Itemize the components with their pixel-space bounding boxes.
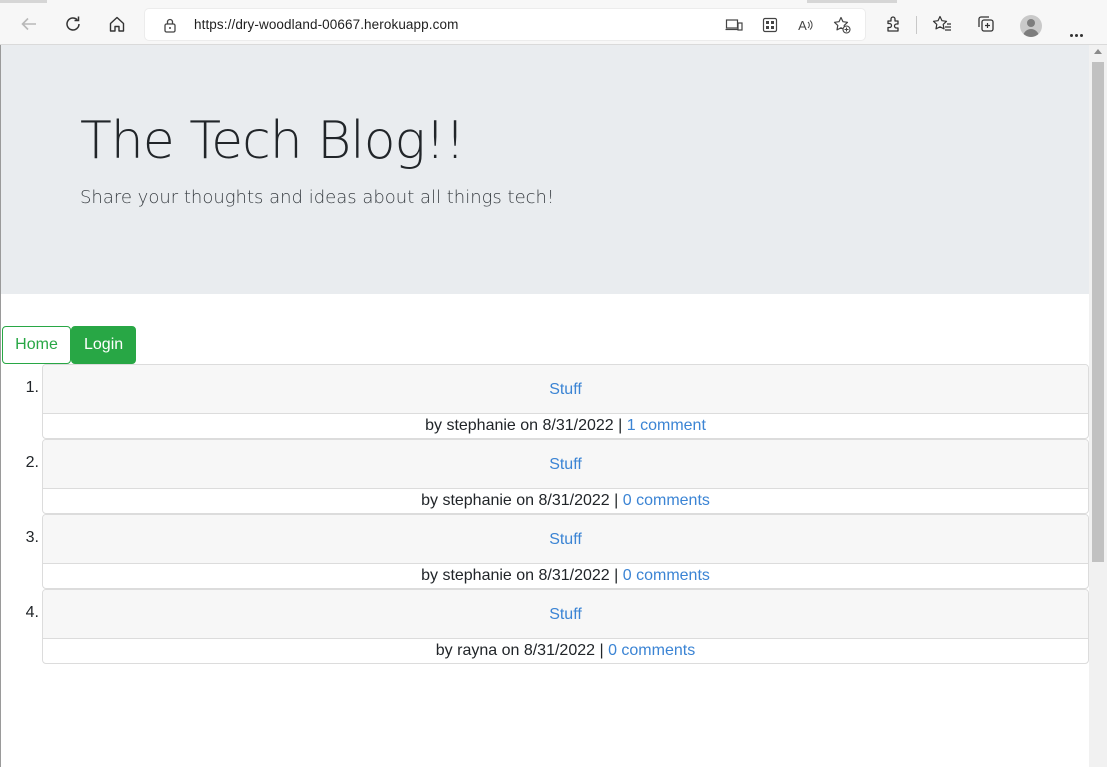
more-icon[interactable] xyxy=(1070,24,1085,42)
post-title-link[interactable]: Stuff xyxy=(549,381,582,398)
post-number: 4. xyxy=(25,604,39,621)
back-icon[interactable] xyxy=(13,8,45,40)
page-viewport: The Tech Blog!! Share your thoughts and … xyxy=(0,45,1089,767)
home-icon[interactable] xyxy=(101,8,133,40)
collections-icon[interactable] xyxy=(970,8,1002,40)
profile-avatar[interactable] xyxy=(1020,15,1042,37)
post-comments-link[interactable]: 1 comment xyxy=(627,417,706,434)
page-title: The Tech Blog!! xyxy=(80,111,465,171)
refresh-icon[interactable] xyxy=(57,8,89,40)
list-item: 3. Stuff by stephanie on 8/31/2022 | 0 c… xyxy=(26,514,1089,589)
read-aloud-icon[interactable]: A xyxy=(797,16,815,34)
post-title-link[interactable]: Stuff xyxy=(549,456,582,473)
favorites-icon[interactable] xyxy=(926,8,958,40)
page-subtitle: Share your thoughts and ideas about all … xyxy=(80,187,555,208)
qr-icon[interactable] xyxy=(761,16,779,34)
post-header: Stuff xyxy=(43,365,1088,414)
home-button[interactable]: Home xyxy=(2,326,71,364)
post-comments-link[interactable]: 0 comments xyxy=(623,492,710,509)
post-card: Stuff by rayna on 8/31/2022 | 0 comments xyxy=(42,589,1089,664)
post-byline: by stephanie on 8/31/2022 | 0 comments xyxy=(43,564,1088,588)
post-byline-text: by stephanie on 8/31/2022 | xyxy=(421,567,623,584)
post-number: 1. xyxy=(25,379,39,396)
add-favorite-icon[interactable] xyxy=(833,16,851,34)
login-button[interactable]: Login xyxy=(71,326,136,364)
toolbar-divider xyxy=(916,16,917,34)
scroll-up-arrow-icon[interactable] xyxy=(1094,49,1102,54)
post-byline: by stephanie on 8/31/2022 | 1 comment xyxy=(43,414,1088,438)
address-bar[interactable]: https://dry-woodland-00667.herokuapp.com… xyxy=(145,9,865,40)
jumbotron: The Tech Blog!! Share your thoughts and … xyxy=(1,45,1089,294)
post-byline: by rayna on 8/31/2022 | 0 comments xyxy=(43,639,1088,663)
post-number: 2. xyxy=(25,454,39,471)
post-number: 3. xyxy=(25,529,39,546)
browser-toolbar: https://dry-woodland-00667.herokuapp.com… xyxy=(0,3,1107,45)
post-byline-text: by stephanie on 8/31/2022 | xyxy=(421,492,623,509)
post-header: Stuff xyxy=(43,590,1088,639)
post-title-link[interactable]: Stuff xyxy=(549,531,582,548)
read-aloud-label: A xyxy=(798,17,807,33)
app-available-icon[interactable] xyxy=(725,16,743,34)
extensions-icon[interactable] xyxy=(877,8,909,40)
post-comments-link[interactable]: 0 comments xyxy=(623,567,710,584)
list-item: 4. Stuff by rayna on 8/31/2022 | 0 comme… xyxy=(26,589,1089,664)
post-card: Stuff by stephanie on 8/31/2022 | 1 comm… xyxy=(42,364,1089,439)
list-item: 1. Stuff by stephanie on 8/31/2022 | 1 c… xyxy=(26,364,1089,439)
lock-icon[interactable] xyxy=(163,17,177,38)
post-byline-text: by rayna on 8/31/2022 | xyxy=(435,642,609,659)
post-comments-link[interactable]: 0 comments xyxy=(608,642,695,659)
vertical-scrollbar[interactable] xyxy=(1089,45,1107,767)
post-card: Stuff by stephanie on 8/31/2022 | 0 comm… xyxy=(42,439,1089,514)
post-card: Stuff by stephanie on 8/31/2022 | 0 comm… xyxy=(42,514,1089,589)
list-item: 2. Stuff by stephanie on 8/31/2022 | 0 c… xyxy=(26,439,1089,514)
post-header: Stuff xyxy=(43,515,1088,564)
url-text[interactable]: https://dry-woodland-00667.herokuapp.com xyxy=(194,17,458,32)
post-header: Stuff xyxy=(43,440,1088,489)
scrollbar-thumb[interactable] xyxy=(1092,62,1104,562)
post-byline-text: by stephanie on 8/31/2022 | xyxy=(425,417,627,434)
post-byline: by stephanie on 8/31/2022 | 0 comments xyxy=(43,489,1088,513)
post-title-link[interactable]: Stuff xyxy=(549,606,582,623)
